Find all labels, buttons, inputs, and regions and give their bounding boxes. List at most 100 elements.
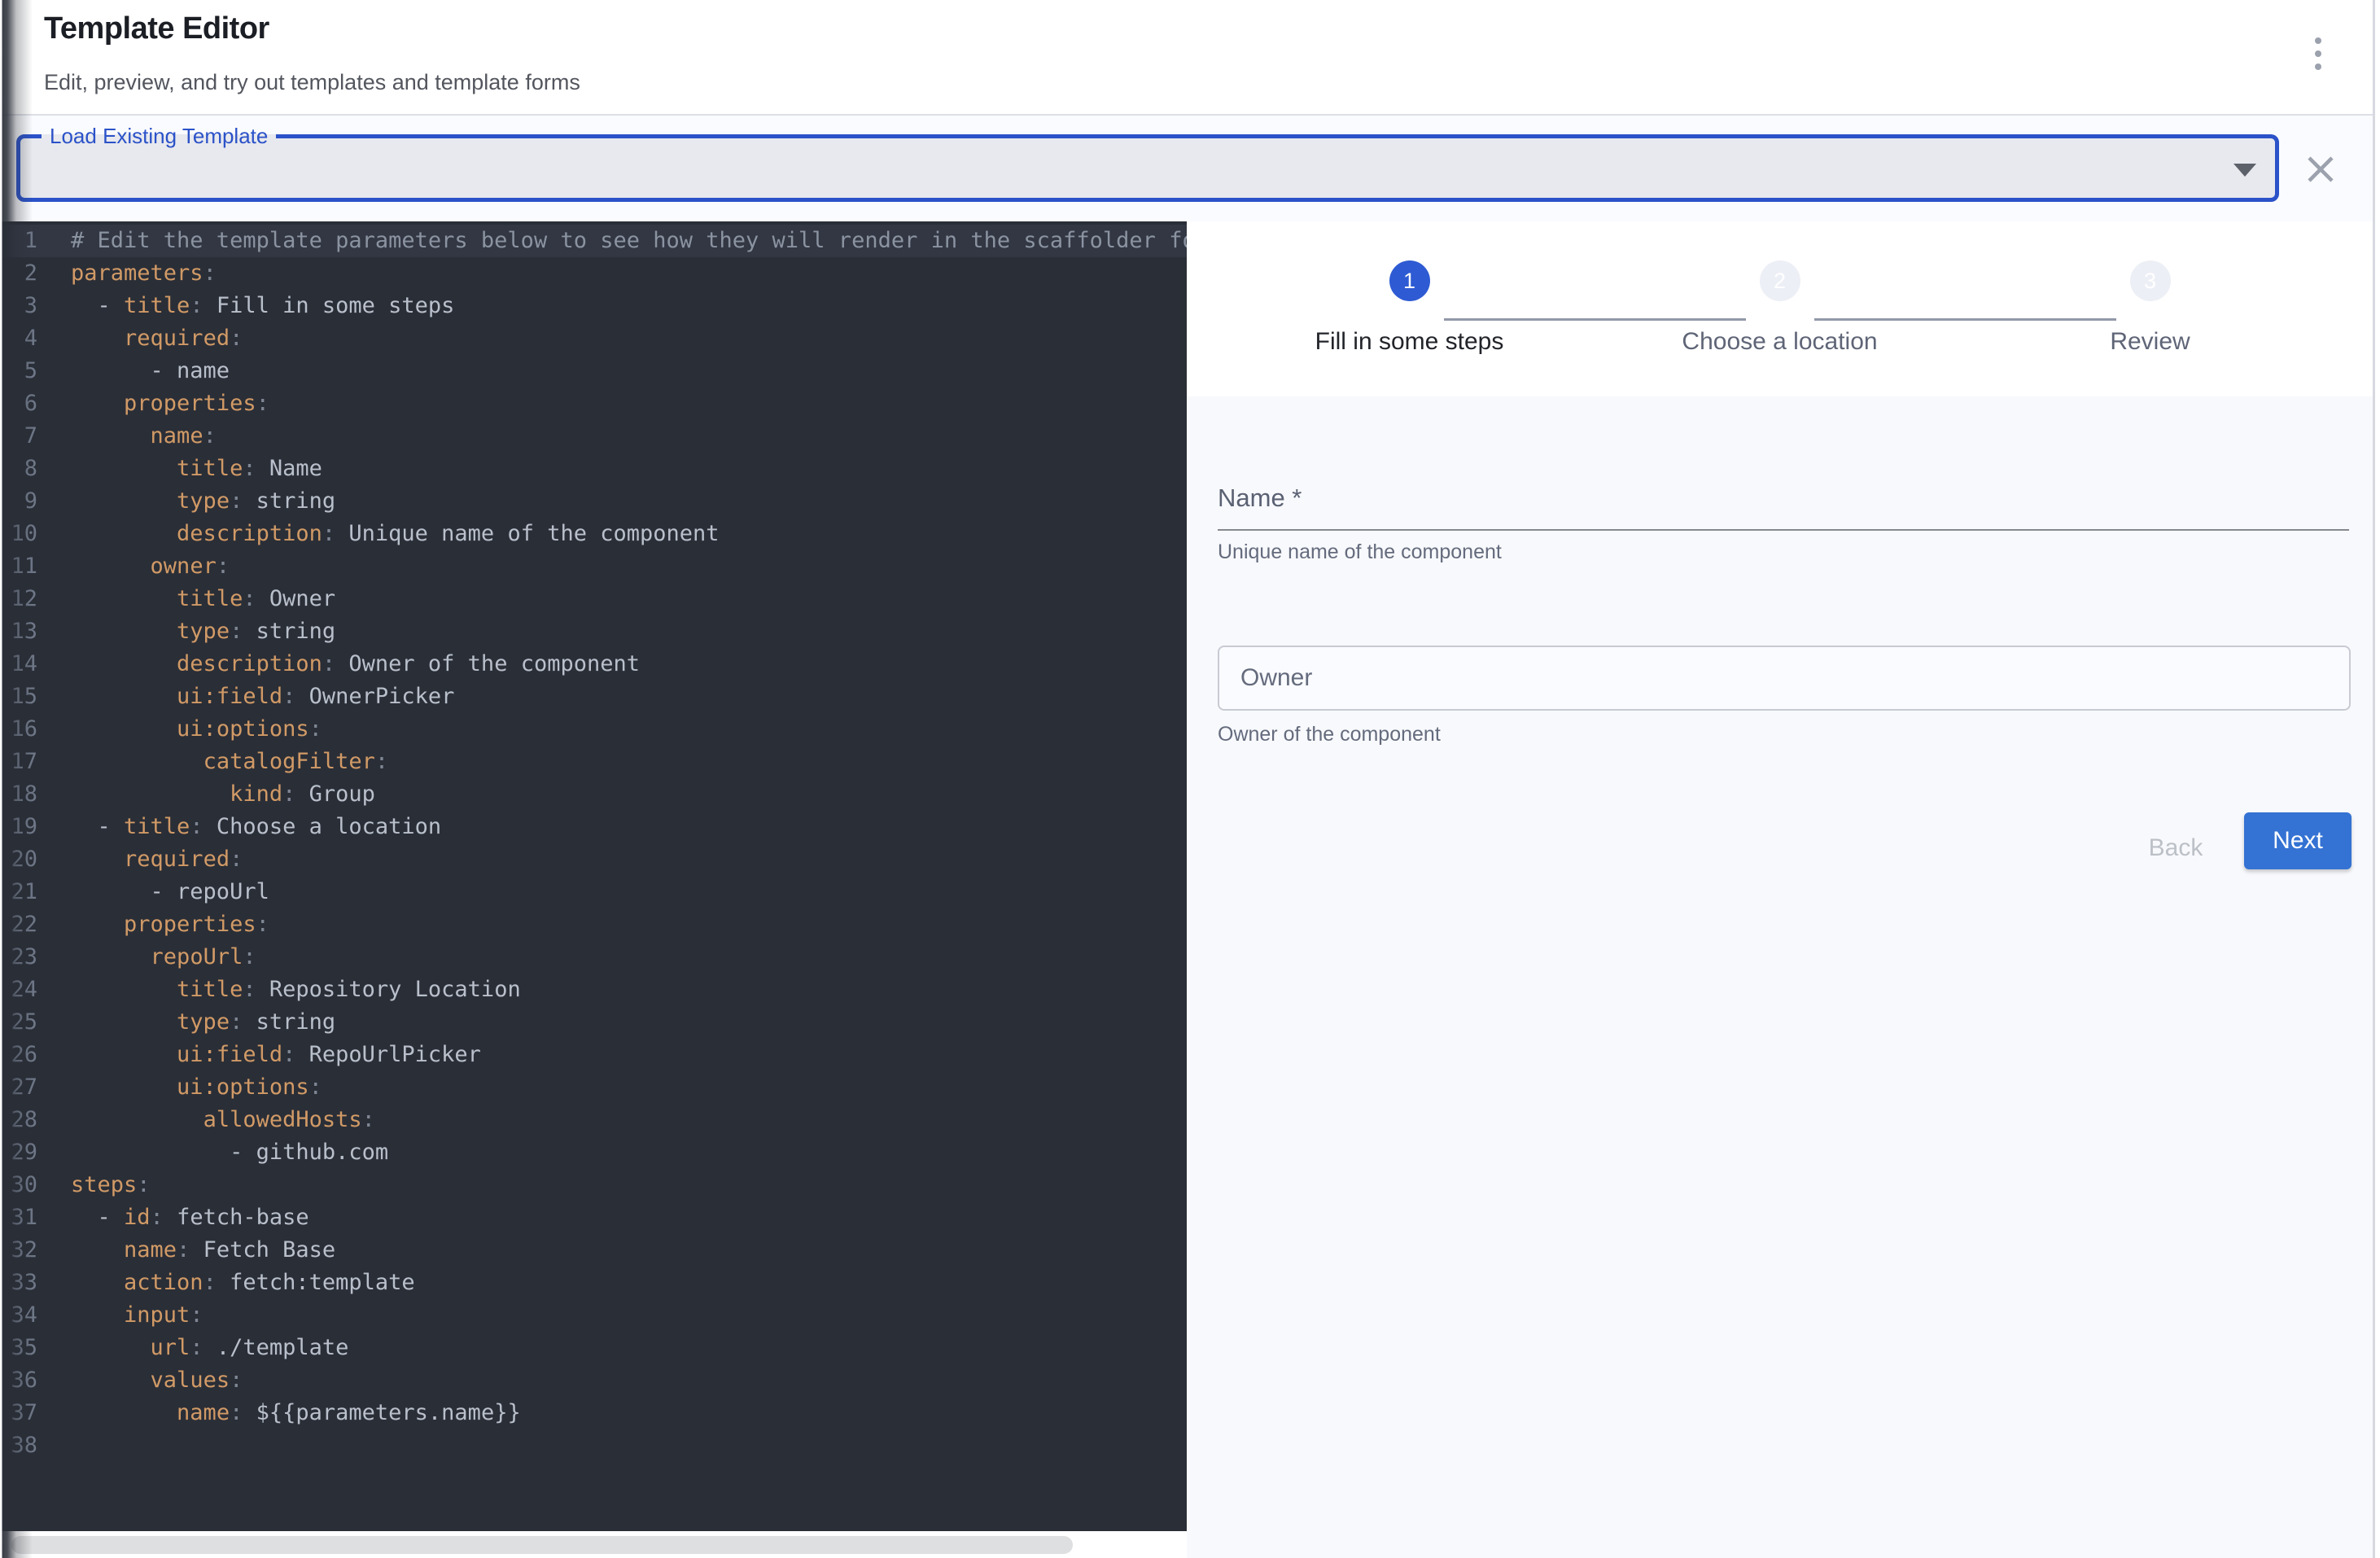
- line-number: 38: [0, 1429, 37, 1462]
- line-number: 33: [0, 1267, 37, 1299]
- page-right-border: [2373, 0, 2375, 1558]
- load-existing-template-select[interactable]: Load Existing Template: [16, 124, 2279, 202]
- code-line: 28 allowedHosts:: [0, 1104, 1187, 1136]
- line-number: 36: [0, 1364, 37, 1397]
- line-number: 10: [0, 518, 37, 550]
- line-number: 18: [0, 778, 37, 811]
- code-line: 10 description: Unique name of the compo…: [0, 518, 1187, 550]
- code-line: 36 values:: [0, 1364, 1187, 1397]
- line-number: 4: [0, 322, 37, 355]
- line-number: 12: [0, 583, 37, 615]
- line-number: 2: [0, 257, 37, 290]
- scrollbar-thumb[interactable]: [11, 1536, 1073, 1554]
- code-line: 13 type: string: [0, 615, 1187, 648]
- code-line: 33 action: fetch:template: [0, 1267, 1187, 1299]
- stepper: 1 Fill in some steps 2 Choose a location 3Re…: [1187, 221, 2373, 396]
- step-label: Choose a location: [1682, 328, 1877, 356]
- code-content: 1# Edit the template parameters below to…: [0, 225, 1187, 1462]
- line-number: 32: [0, 1234, 37, 1267]
- line-number: 24: [0, 974, 37, 1006]
- line-number: 11: [0, 550, 37, 583]
- code-line: 26 ui:field: RepoUrlPicker: [0, 1039, 1187, 1071]
- code-line: 27 ui:options:: [0, 1071, 1187, 1104]
- line-number: 35: [0, 1332, 37, 1364]
- line-number: 21: [0, 876, 37, 908]
- kebab-menu-icon: [2315, 37, 2321, 44]
- clear-selection-button[interactable]: [2303, 151, 2338, 187]
- line-number: 9: [0, 485, 37, 518]
- step-3: 3Review: [1965, 260, 2335, 396]
- horizontal-scrollbar[interactable]: [0, 1531, 1187, 1558]
- code-line: 7 name:: [0, 420, 1187, 453]
- kebab-menu-icon: [2315, 63, 2321, 70]
- code-line: 18 kind: Group: [0, 778, 1187, 811]
- line-number: 28: [0, 1104, 37, 1136]
- code-line: 19 - title: Choose a location: [0, 811, 1187, 843]
- step-circle: 2: [1760, 260, 1800, 301]
- code-line: 38: [0, 1429, 1187, 1462]
- line-number: 30: [0, 1169, 37, 1201]
- next-button[interactable]: Next: [2244, 812, 2352, 869]
- name-input[interactable]: Name * Unique name of the component: [1218, 484, 2349, 564]
- name-input-label: Name *: [1218, 484, 2349, 513]
- line-number: 34: [0, 1299, 37, 1332]
- line-number: 1: [0, 225, 37, 257]
- code-line: 17 catalogFilter:: [0, 746, 1187, 778]
- line-number: 8: [0, 453, 37, 485]
- load-existing-template-label: Load Existing Template: [42, 124, 276, 149]
- line-number: 29: [0, 1136, 37, 1169]
- header: Template Editor Edit, preview, and try o…: [0, 0, 2373, 116]
- code-line: 16 ui:options:: [0, 713, 1187, 746]
- dropdown-arrow-icon[interactable]: [2233, 164, 2256, 177]
- code-line: 35 url: ./template: [0, 1332, 1187, 1364]
- kebab-menu-icon: [2315, 50, 2321, 57]
- line-number: 3: [0, 290, 37, 322]
- code-line: 25 type: string: [0, 1006, 1187, 1039]
- owner-helper-text: Owner of the component: [1218, 723, 1441, 746]
- line-number: 26: [0, 1039, 37, 1071]
- code-line: 37 name: ${{parameters.name}}: [0, 1397, 1187, 1429]
- step-2: 2 Choose a location: [1595, 260, 1965, 396]
- code-line: 14 description: Owner of the component: [0, 648, 1187, 681]
- step-1: 1 Fill in some steps: [1224, 260, 1595, 396]
- line-number: 5: [0, 355, 37, 387]
- line-number: 19: [0, 811, 37, 843]
- code-line: 20 required:: [0, 843, 1187, 876]
- template-editor-page: Template Editor Edit, preview, and try o…: [0, 0, 2380, 1558]
- line-number: 17: [0, 746, 37, 778]
- code-line: 5 - name: [0, 355, 1187, 387]
- owner-input[interactable]: Owner: [1218, 646, 2351, 711]
- back-button[interactable]: Back: [2127, 824, 2225, 873]
- name-helper-text: Unique name of the component: [1218, 540, 2349, 564]
- line-number: 31: [0, 1201, 37, 1234]
- code-line: 12 title: Owner: [0, 583, 1187, 615]
- line-number: 6: [0, 387, 37, 420]
- step-label: Fill in some steps: [1315, 328, 1504, 356]
- line-number: 23: [0, 941, 37, 974]
- line-number: 7: [0, 420, 37, 453]
- line-number: 27: [0, 1071, 37, 1104]
- page-title: Template Editor: [44, 11, 269, 46]
- code-line: 2parameters:: [0, 257, 1187, 290]
- line-number: 37: [0, 1397, 37, 1429]
- code-line: 6 properties:: [0, 387, 1187, 420]
- close-icon: [2303, 151, 2338, 187]
- template-form-preview-panel: 1 Fill in some steps 2 Choose a location 3Re…: [1187, 221, 2373, 1558]
- code-line: 32 name: Fetch Base: [0, 1234, 1187, 1267]
- line-number: 22: [0, 908, 37, 941]
- step-circle: 1: [1389, 260, 1430, 301]
- more-options-button[interactable]: [2297, 31, 2339, 77]
- code-line: 22 properties:: [0, 908, 1187, 941]
- code-line: 31 - id: fetch-base: [0, 1201, 1187, 1234]
- yaml-code-editor[interactable]: 1# Edit the template parameters below to…: [0, 221, 1187, 1531]
- line-number: 13: [0, 615, 37, 648]
- step-circle: 3: [2130, 260, 2171, 301]
- line-number: 15: [0, 681, 37, 713]
- line-number: 25: [0, 1006, 37, 1039]
- code-line: 29 - github.com: [0, 1136, 1187, 1169]
- code-line: 30steps:: [0, 1169, 1187, 1201]
- code-line: 4 required:: [0, 322, 1187, 355]
- code-line: 3 - title: Fill in some steps: [0, 290, 1187, 322]
- owner-input-label: Owner: [1240, 664, 1312, 692]
- code-line: 15 ui:field: OwnerPicker: [0, 681, 1187, 713]
